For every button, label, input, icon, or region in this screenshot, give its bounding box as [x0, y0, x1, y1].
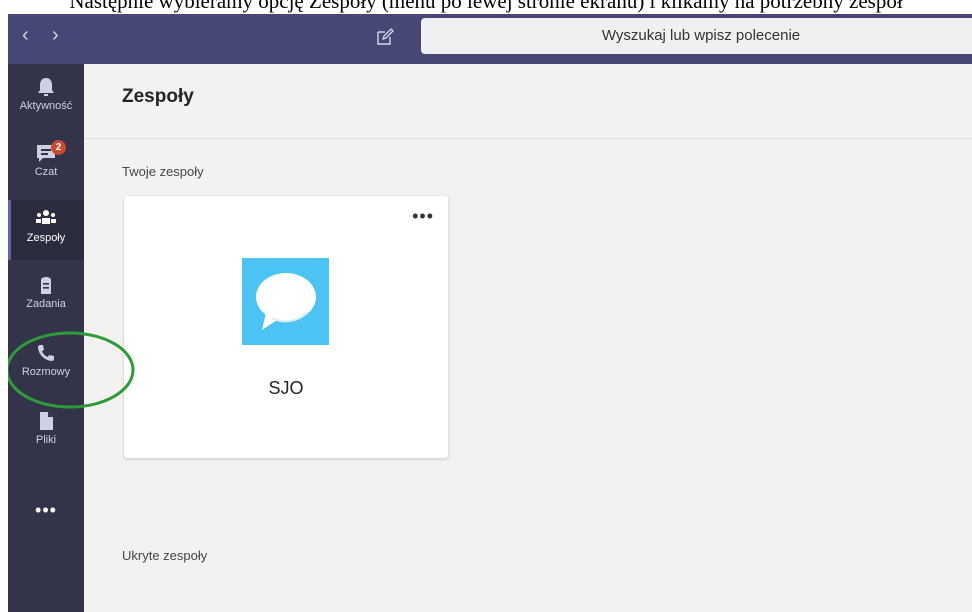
rail-label-chat: Czat [34, 166, 58, 178]
rail-item-assignments[interactable]: Zadania [8, 266, 84, 326]
rail-item-teams[interactable]: Zespoły [8, 200, 84, 260]
rail-item-files[interactable]: Pliki [8, 402, 84, 462]
rail-item-calls[interactable]: Rozmowy [8, 334, 84, 394]
rail-item-chat[interactable]: 2 Czat [8, 134, 84, 194]
page-title: Zespoły [122, 86, 194, 107]
chat-unread-badge: 2 [51, 140, 66, 155]
speech-bubble-icon [256, 273, 316, 330]
rail-item-activity[interactable]: Aktywność [8, 68, 84, 128]
header-divider [84, 138, 972, 139]
rail-label-teams: Zespoły [26, 232, 66, 244]
team-avatar [242, 258, 329, 345]
instruction-caption: Następnie wybieramy opcję Zespoły (menu … [69, 0, 903, 13]
team-more-options-icon[interactable]: ••• [412, 206, 434, 227]
phone-icon [38, 345, 54, 361]
title-bar: ‹ › Wyszukaj lub wpisz polecenie [8, 14, 972, 64]
more-apps-icon[interactable]: ••• [8, 500, 84, 521]
rail-label-assignments: Zadania [26, 298, 66, 310]
file-icon [40, 412, 53, 430]
app-rail: Aktywność 2 Czat Zespoły Zadania Rozmowy… [8, 64, 84, 612]
rail-label-activity: Aktywność [19, 100, 73, 112]
team-name: SJO [268, 378, 304, 398]
hidden-teams-heading: Ukryte zespoły [122, 548, 208, 563]
back-arrow-icon[interactable]: ‹ [22, 25, 29, 45]
your-teams-heading: Twoje zespoły [122, 164, 204, 179]
teams-main-panel: Zespoły Twoje zespoły ••• SJO Ukryte zes… [84, 64, 972, 612]
team-card[interactable]: ••• SJO [124, 196, 448, 458]
assignments-icon [41, 277, 51, 294]
forward-arrow-icon[interactable]: › [52, 25, 59, 45]
bell-icon [38, 78, 54, 96]
rail-label-files: Pliki [35, 434, 57, 446]
search-input[interactable]: Wyszukaj lub wpisz polecenie [421, 18, 972, 54]
rail-label-calls: Rozmowy [21, 366, 71, 378]
compose-icon[interactable] [376, 28, 394, 46]
teams-icon [36, 210, 56, 224]
teams-window: ‹ › Wyszukaj lub wpisz polecenie Aktywno… [8, 14, 972, 612]
